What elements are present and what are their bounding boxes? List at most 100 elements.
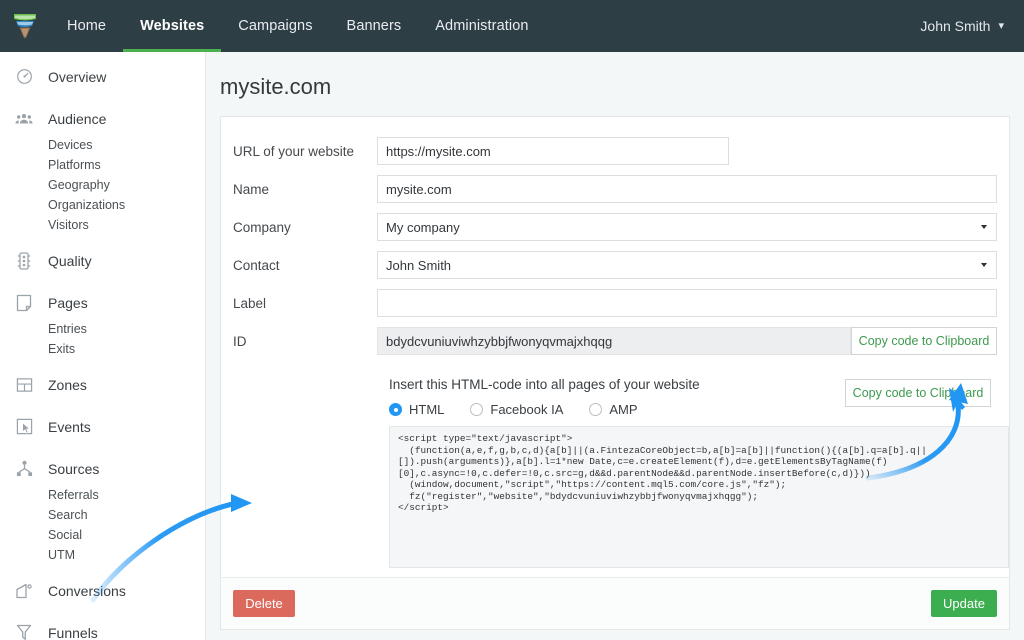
label-input[interactable] — [377, 289, 997, 317]
nav-item-administration[interactable]: Administration — [418, 0, 545, 52]
sidebar-item-events[interactable]: Events — [0, 410, 205, 443]
radio-dot-icon — [589, 403, 602, 416]
sidebar-item-social[interactable]: Social — [0, 525, 205, 545]
html-code-section: Insert this HTML-code into all pages of … — [221, 377, 1009, 568]
layout-icon — [0, 377, 48, 393]
nav-item-home[interactable]: Home — [50, 0, 123, 52]
name-input[interactable] — [377, 175, 997, 203]
sidebar-label: Pages — [48, 295, 88, 311]
sidebar-label: Audience — [48, 111, 106, 127]
copy-html-button[interactable]: Copy code to Clipboard — [845, 379, 991, 407]
sidebar-group-overview: Overview — [0, 60, 205, 93]
sidebar-item-pages[interactable]: Pages — [0, 286, 205, 319]
radio-dot-icon — [389, 403, 402, 416]
sidebar-item-entries[interactable]: Entries — [0, 319, 205, 339]
sidebar-group-conversions: Conversions — [0, 574, 205, 607]
radio-amp[interactable]: AMP — [589, 402, 637, 417]
sidebar-label: Zones — [48, 377, 87, 393]
url-input[interactable] — [377, 137, 729, 165]
traffic-light-icon — [0, 252, 48, 270]
field-label-company: Company — [221, 220, 377, 235]
sidebar-sublabel: Devices — [48, 138, 92, 152]
id-row: bdydcvuniuviwhzybbjfwonyqvmajxhqqg Copy … — [377, 327, 997, 355]
sidebar: Overview Audience Devices Platforms Geog… — [0, 52, 206, 640]
card-body: URL of your website Name Company My comp… — [221, 117, 1009, 595]
sidebar-item-utm[interactable]: UTM — [0, 545, 205, 565]
radio-label: Facebook IA — [490, 402, 563, 417]
cursor-click-icon — [0, 418, 48, 435]
field-row-id: ID bdydcvuniuviwhzybbjfwonyqvmajxhqqg Co… — [221, 327, 1009, 355]
nav-label: Campaigns — [238, 18, 312, 34]
chevron-down-icon: ▾ — [998, 21, 1004, 32]
nav-items: Home Websites Campaigns Banners Administ… — [50, 0, 546, 52]
sidebar-sublabel: Referrals — [48, 488, 99, 502]
sidebar-label: Sources — [48, 461, 99, 477]
sidebar-sublabel: Geography — [48, 178, 110, 192]
user-menu[interactable]: John Smith ▾ — [900, 0, 1024, 52]
nav-label: Administration — [435, 18, 528, 34]
sidebar-item-funnels[interactable]: Funnels — [0, 616, 205, 640]
sidebar-sublabel: UTM — [48, 548, 75, 562]
chevron-down-icon — [981, 225, 987, 229]
update-button[interactable]: Update — [931, 590, 997, 617]
nav-label: Websites — [140, 18, 204, 34]
sidebar-sublabel: Search — [48, 508, 88, 522]
field-row-contact: Contact John Smith — [221, 251, 1009, 279]
nav-item-banners[interactable]: Banners — [330, 0, 419, 52]
sidebar-sublabel: Entries — [48, 322, 87, 336]
radio-label: AMP — [609, 402, 637, 417]
sidebar-label: Funnels — [48, 625, 98, 640]
sidebar-group-pages: Pages Entries Exits — [0, 286, 205, 359]
sidebar-item-devices[interactable]: Devices — [0, 135, 205, 155]
conversion-icon — [0, 583, 48, 599]
sidebar-label: Overview — [48, 69, 106, 85]
contact-select-value: John Smith — [386, 258, 451, 273]
radio-label: HTML — [409, 402, 444, 417]
radio-facebook-ia[interactable]: Facebook IA — [470, 402, 563, 417]
top-navbar: Home Websites Campaigns Banners Administ… — [0, 0, 1024, 52]
field-row-company: Company My company — [221, 213, 1009, 241]
sidebar-group-funnels: Funnels — [0, 616, 205, 640]
field-label-contact: Contact — [221, 258, 377, 273]
sidebar-item-organizations[interactable]: Organizations — [0, 195, 205, 215]
sidebar-sublabel: Visitors — [48, 218, 89, 232]
sidebar-item-zones[interactable]: Zones — [0, 368, 205, 401]
sidebar-item-conversions[interactable]: Conversions — [0, 574, 205, 607]
sidebar-label: Events — [48, 419, 91, 435]
funnel-icon — [0, 624, 48, 640]
sidebar-item-overview[interactable]: Overview — [0, 60, 205, 93]
copy-id-button[interactable]: Copy code to Clipboard — [851, 327, 997, 355]
app-root: Home Websites Campaigns Banners Administ… — [0, 0, 1024, 640]
page-icon — [0, 294, 48, 312]
company-select[interactable]: My company — [377, 213, 997, 241]
contact-select[interactable]: John Smith — [377, 251, 997, 279]
sidebar-item-platforms[interactable]: Platforms — [0, 155, 205, 175]
sidebar-item-geography[interactable]: Geography — [0, 175, 205, 195]
sidebar-sublabel: Platforms — [48, 158, 101, 172]
field-label-name: Name — [221, 182, 377, 197]
sidebar-sublabel: Organizations — [48, 198, 125, 212]
sidebar-item-sources[interactable]: Sources — [0, 452, 205, 485]
radio-html[interactable]: HTML — [389, 402, 444, 417]
nav-label: Banners — [347, 18, 402, 34]
main-content: mysite.com URL of your website Name Comp… — [206, 52, 1024, 640]
user-name: John Smith — [920, 18, 990, 34]
sidebar-item-exits[interactable]: Exits — [0, 339, 205, 359]
company-select-value: My company — [386, 220, 460, 235]
nav-item-campaigns[interactable]: Campaigns — [221, 0, 329, 52]
network-icon — [0, 460, 48, 477]
field-label-id: ID — [221, 334, 377, 349]
delete-button[interactable]: Delete — [233, 590, 295, 617]
logo[interactable] — [0, 0, 50, 52]
speedometer-icon — [0, 68, 48, 85]
sidebar-item-visitors[interactable]: Visitors — [0, 215, 205, 235]
nav-item-websites[interactable]: Websites — [123, 0, 221, 52]
field-label-url: URL of your website — [221, 144, 377, 159]
sidebar-item-search[interactable]: Search — [0, 505, 205, 525]
sidebar-item-audience[interactable]: Audience — [0, 102, 205, 135]
sidebar-item-referrals[interactable]: Referrals — [0, 485, 205, 505]
sidebar-item-quality[interactable]: Quality — [0, 244, 205, 277]
sidebar-group-events: Events — [0, 410, 205, 443]
sidebar-group-audience: Audience Devices Platforms Geography Org… — [0, 102, 205, 235]
html-code-box[interactable]: <script type="text/javascript"> (functio… — [389, 426, 1009, 568]
